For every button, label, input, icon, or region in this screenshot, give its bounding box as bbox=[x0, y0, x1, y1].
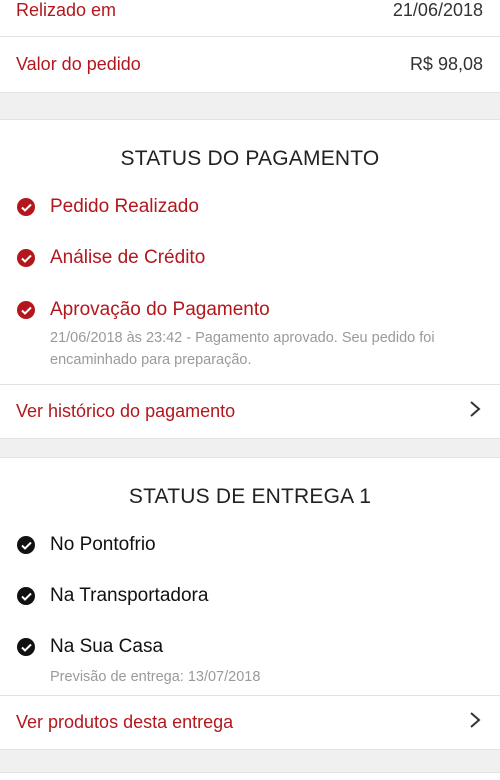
delivery-step-home: Na Sua Casa Previsão de entrega: 13/07/2… bbox=[0, 636, 500, 695]
check-circle-icon bbox=[17, 587, 35, 605]
order-summary-card: Relizado em 21/06/2018 Valor do pedido R… bbox=[0, 0, 500, 93]
delivery-products-link[interactable]: Ver produtos desta entrega bbox=[0, 695, 500, 749]
delivery-step-pontofrio: No Pontofrio bbox=[0, 534, 500, 585]
chevron-right-icon bbox=[468, 400, 482, 423]
order-date-value: 21/06/2018 bbox=[392, 0, 483, 20]
check-circle-icon bbox=[17, 301, 35, 319]
check-circle-icon bbox=[17, 536, 35, 554]
delivery-step-label: Na Transportadora bbox=[50, 585, 209, 606]
order-amount-value: R$ 98,08 bbox=[409, 54, 483, 74]
delivery-status-card: STATUS DE ENTREGA 1 No Pontofrio Na Tran… bbox=[0, 457, 500, 750]
delivery-step-carrier: Na Transportadora bbox=[0, 585, 500, 636]
order-date-row: Relizado em 21/06/2018 bbox=[0, 0, 500, 36]
order-date-label: Relizado em bbox=[16, 0, 117, 20]
check-circle-icon bbox=[17, 198, 35, 216]
payment-step-detail: 21/06/2018 às 23:42 - Pagamento aprovado… bbox=[50, 330, 435, 368]
delivery-products-label: Ver produtos desta entrega bbox=[16, 712, 234, 732]
payment-history-link[interactable]: Ver histórico do pagamento bbox=[0, 384, 500, 438]
payment-step-ordered: Pedido Realizado bbox=[0, 196, 500, 247]
check-circle-icon bbox=[17, 249, 35, 267]
payment-step-label: Pedido Realizado bbox=[50, 196, 199, 217]
order-amount-label: Valor do pedido bbox=[16, 54, 141, 74]
chevron-right-icon bbox=[468, 711, 482, 734]
payment-step-label: Aprovação do Pagamento bbox=[50, 299, 270, 320]
delivery-step-label: Na Sua Casa bbox=[50, 636, 164, 657]
payment-status-card: STATUS DO PAGAMENTO Pedido Realizado Aná… bbox=[0, 119, 500, 439]
delivery-forecast: Previsão de entrega: 13/07/2018 bbox=[50, 669, 261, 685]
payment-step-credit-analysis: Análise de Crédito bbox=[0, 247, 500, 299]
payment-history-label: Ver histórico do pagamento bbox=[16, 401, 236, 421]
order-amount-row: Valor do pedido R$ 98,08 bbox=[0, 36, 500, 92]
payment-step-approved: Aprovação do Pagamento 21/06/2018 às 23:… bbox=[0, 299, 500, 384]
check-circle-icon bbox=[17, 638, 35, 656]
payment-status-title: STATUS DO PAGAMENTO bbox=[120, 147, 380, 170]
delivery-step-label: No Pontofrio bbox=[50, 534, 156, 555]
delivery-status-title: STATUS DE ENTREGA 1 bbox=[128, 485, 372, 508]
payment-step-label: Análise de Crédito bbox=[50, 247, 206, 268]
next-card-edge bbox=[0, 772, 500, 780]
